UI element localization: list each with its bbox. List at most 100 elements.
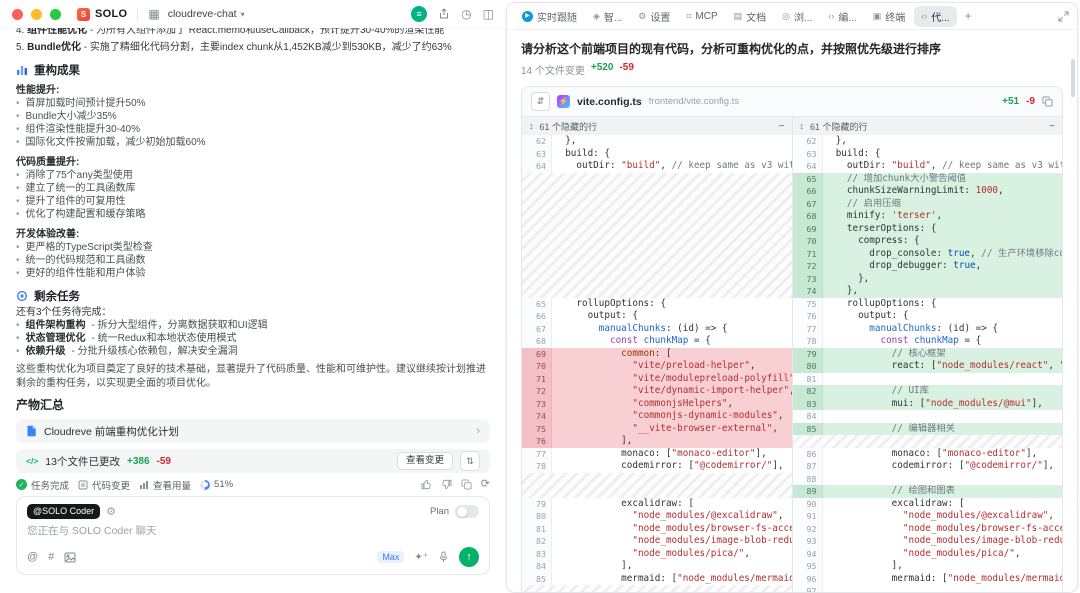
- diff-row: 82 // UI库: [793, 385, 1063, 398]
- tab-2[interactable]: ⚙设置: [631, 6, 677, 27]
- diff-row: 62 },: [522, 135, 792, 148]
- workspace-dropdown[interactable]: cloudreve-chat ▾: [168, 8, 245, 20]
- progress-ring-icon: [200, 480, 210, 490]
- hidden-lines-bar-old[interactable]: 61 个隐藏的行: [522, 117, 792, 135]
- thumbs-down-icon[interactable]: [441, 479, 452, 490]
- diff-row: 96 mermaid: ["node_modules/mermaid", "no…: [793, 573, 1063, 586]
- code-changes-link[interactable]: 代码变更: [78, 478, 130, 492]
- bar-chart-icon: [16, 64, 28, 76]
- image-icon[interactable]: [64, 552, 76, 563]
- list-badge-icon[interactable]: ≡: [411, 6, 427, 22]
- tab-1[interactable]: ◈ 智...: [586, 6, 629, 27]
- plan-artifact-card[interactable]: Cloudreve 前端重构优化计划: [16, 419, 490, 443]
- diff-rows-new: 62 },63 build: {64 outDir: "build", // k…: [793, 135, 1063, 592]
- terminal-icon: ▣: [873, 12, 882, 21]
- unfold-icon[interactable]: [460, 451, 480, 471]
- unfold-lines-icon[interactable]: [529, 121, 534, 131]
- remaining-intro: 还有3个任务待完成：: [16, 306, 490, 319]
- unfold-lines-icon[interactable]: [800, 121, 805, 131]
- collapse-all-icon[interactable]: [531, 92, 550, 111]
- file-added: +51: [1002, 96, 1019, 107]
- tab-3[interactable]: ⌗MCP: [679, 8, 724, 25]
- result-groups: 性能提升:•首屏加载时间预计提升50%•Bundle大小减少35%•组件渲染性能…: [16, 84, 490, 280]
- doc-icon: ▤: [734, 12, 743, 21]
- apps-icon[interactable]: [148, 8, 159, 20]
- changes-card[interactable]: 13个文件已更改 +386 -59 查看变更: [16, 449, 490, 473]
- tab-7[interactable]: ▣终端: [866, 6, 913, 27]
- diff-row: 87 codemirror: ["@codemirror/"],: [793, 460, 1063, 473]
- diff-row: 75 "__vite-browser-external",: [522, 423, 792, 436]
- copy-file-icon[interactable]: [1042, 96, 1053, 107]
- minimize-window-button[interactable]: [31, 9, 42, 20]
- max-badge[interactable]: Max: [377, 551, 404, 563]
- tab-label: 终端: [885, 9, 905, 24]
- close-window-button[interactable]: [12, 9, 23, 20]
- diff-row: 66 output: {: [522, 310, 792, 323]
- tab-bar: ▶实时跟随◈智...⚙设置⌗MCP▤文档◎浏...‹›编...▣终端‹›代...…: [507, 3, 1077, 30]
- topbar-actions: ≡: [411, 6, 494, 22]
- expand-icon[interactable]: [1058, 11, 1069, 22]
- diff-row: 79 excalidraw: [: [522, 498, 792, 511]
- diff-filename: vite.config.ts: [577, 96, 642, 108]
- diff-row: 77 monaco: ["monaco-editor"],: [522, 448, 792, 461]
- diff-row: 68 minify: 'terser',: [793, 210, 1063, 223]
- diff-file-icon: [78, 480, 88, 490]
- tab-5[interactable]: ◎浏...: [775, 6, 819, 27]
- zoom-window-button[interactable]: [50, 9, 61, 20]
- usage-link[interactable]: 查看用量: [139, 478, 191, 492]
- total-removed: -59: [619, 62, 633, 77]
- diff-row: 71 drop_console: true, // 生产环境移除console: [793, 248, 1063, 261]
- tab-label: 实时跟随: [537, 9, 577, 24]
- tab-0[interactable]: ▶实时跟随: [515, 6, 584, 27]
- context-icon[interactable]: [48, 551, 54, 563]
- diff-row: 80 react: ["node_modules/react", "node_m…: [793, 360, 1063, 373]
- tab-add-button[interactable]: +: [959, 6, 978, 26]
- diff-row: 75 rollupOptions: {: [793, 298, 1063, 311]
- task-done-status: ✓ 任务完成: [16, 478, 69, 492]
- session-content: 请分析这个前端项目的现有代码，分析可重构优化的点，并按照优先级进行排序 14 个…: [507, 29, 1077, 592]
- tab-label: 智...: [604, 9, 622, 24]
- mention-icon[interactable]: [27, 551, 38, 563]
- diff-row: 71 "vite/modulepreload-polyfill",: [522, 373, 792, 386]
- hidden-lines-bar-new[interactable]: 61 个隐藏的行: [793, 117, 1063, 135]
- diff-row: 74 },: [793, 285, 1063, 298]
- diff-filler: [793, 435, 1063, 448]
- collapse-icon[interactable]: [779, 121, 785, 132]
- diff-row: 80 "node_modules/@excalidraw",: [522, 510, 792, 523]
- tab-8[interactable]: ‹›代...: [914, 6, 956, 27]
- bullet-item: •优化了构建配置和缓存策略: [16, 208, 490, 221]
- collapse-icon[interactable]: [1049, 121, 1055, 132]
- diff-row: 72 drop_debugger: true,: [793, 260, 1063, 273]
- diff-row: 73 },: [793, 273, 1063, 286]
- diff-row: 85 mermaid: ["node_modules/mermaid", "no…: [522, 573, 792, 586]
- send-button[interactable]: [459, 547, 479, 567]
- view-changes-button[interactable]: 查看变更: [397, 452, 453, 470]
- agent-chip[interactable]: @SOLO Coder: [27, 504, 100, 519]
- composer-input[interactable]: 您正在与 SOLO Coder 聊天: [27, 525, 479, 538]
- diff-row: 86 monaco: ["monaco-editor"],: [793, 448, 1063, 461]
- diff-card: ⚡ vite.config.ts frontend/vite.config.ts…: [521, 86, 1063, 592]
- gear-icon: ⚙: [638, 12, 646, 21]
- agent-settings-icon[interactable]: [106, 505, 116, 518]
- mic-icon[interactable]: [438, 551, 449, 563]
- diff-row: 65 rollupOptions: {: [522, 298, 792, 311]
- bullet-item: •更好的组件性能和用户体验: [16, 267, 490, 280]
- tab-4[interactable]: ▤文档: [727, 6, 774, 27]
- closing-paragraph: 这些重构优化为项目奠定了良好的技术基础，显著提升了代码质量、性能和可维护性。建议…: [16, 363, 490, 390]
- task-status-row: ✓ 任务完成 代码变更 查看用量: [16, 478, 490, 491]
- composer[interactable]: @SOLO Coder Plan 您正在与 SOLO Coder 聊天 Max: [16, 496, 490, 575]
- copy-icon[interactable]: [461, 479, 472, 490]
- share-icon[interactable]: [438, 8, 450, 20]
- plan-toggle[interactable]: [455, 505, 479, 518]
- task-item: •组件架构重构 - 拆分大型组件，分离数据获取和UI逻辑: [16, 319, 490, 332]
- chat-scroll-area[interactable]: 4. 组件性能优化 - 为所有大组件添加了 React.memo和useCall…: [0, 28, 506, 593]
- tab-6[interactable]: ‹›编...: [821, 6, 863, 27]
- history-icon[interactable]: [461, 8, 471, 20]
- enhance-icon[interactable]: [414, 552, 428, 563]
- bullet-item: •统一的代码规范和工具函数: [16, 254, 490, 267]
- regenerate-icon[interactable]: [481, 479, 490, 490]
- thumbs-up-icon[interactable]: [421, 479, 432, 490]
- agent-icon: ◈: [593, 12, 600, 21]
- workspace-name: cloudreve-chat: [168, 8, 237, 20]
- layout-panel-icon[interactable]: [483, 8, 494, 20]
